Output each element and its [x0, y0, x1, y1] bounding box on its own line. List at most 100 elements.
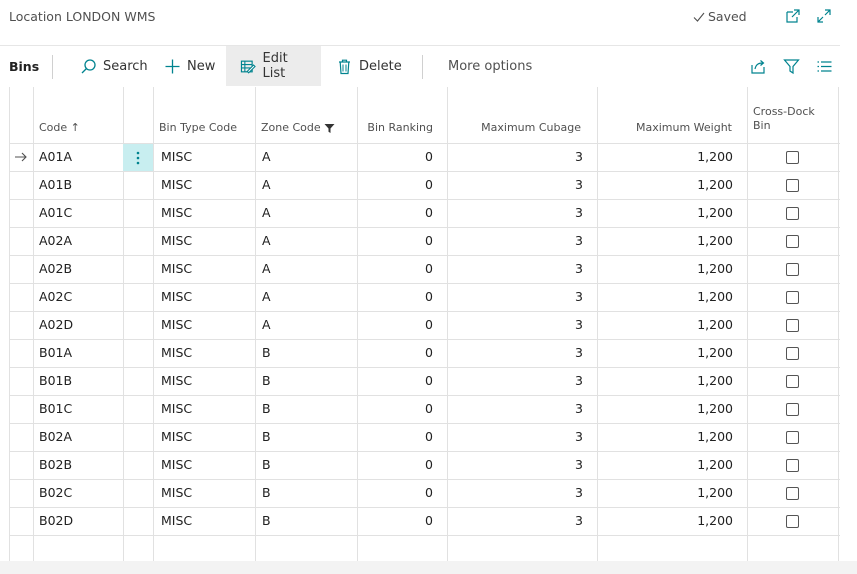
- cell-maximum-weight[interactable]: 1,200: [597, 339, 733, 367]
- cell-zone-code[interactable]: B: [262, 395, 352, 423]
- cell-code[interactable]: A02A: [39, 227, 119, 255]
- cell-bin-type-code[interactable]: MISC: [161, 255, 251, 283]
- new-button[interactable]: New: [156, 46, 223, 86]
- cell-code[interactable]: A02B: [39, 255, 119, 283]
- cell-bin-type-code[interactable]: MISC: [161, 311, 251, 339]
- cell-bin-ranking[interactable]: 0: [357, 451, 433, 479]
- cell-zone-code[interactable]: B: [262, 451, 352, 479]
- cell-maximum-cubage[interactable]: 3: [447, 423, 583, 451]
- cross-dock-checkbox[interactable]: [786, 263, 799, 276]
- cell-bin-type-code[interactable]: MISC: [161, 423, 251, 451]
- open-in-new-window-icon[interactable]: [785, 8, 801, 24]
- cell-bin-ranking[interactable]: 0: [357, 311, 433, 339]
- cell-bin-ranking[interactable]: 0: [357, 507, 433, 535]
- cell-bin-ranking[interactable]: 0: [357, 395, 433, 423]
- column-header-bin-ranking[interactable]: Bin Ranking: [357, 121, 433, 135]
- cell-bin-type-code[interactable]: MISC: [161, 507, 251, 535]
- cross-dock-checkbox[interactable]: [786, 347, 799, 360]
- cell-maximum-weight[interactable]: 1,200: [597, 227, 733, 255]
- list-view-icon[interactable]: [816, 58, 833, 75]
- cell-code[interactable]: B01C: [39, 395, 119, 423]
- cell-maximum-cubage[interactable]: 3: [447, 199, 583, 227]
- cell-code[interactable]: A02D: [39, 311, 119, 339]
- cross-dock-checkbox[interactable]: [786, 151, 799, 164]
- column-header-zone-code[interactable]: Zone Code: [261, 121, 335, 135]
- cell-maximum-weight[interactable]: 1,200: [597, 171, 733, 199]
- cell-code[interactable]: A01C: [39, 199, 119, 227]
- cross-dock-checkbox[interactable]: [786, 291, 799, 304]
- cell-bin-type-code[interactable]: MISC: [161, 339, 251, 367]
- cell-bin-ranking[interactable]: 0: [357, 143, 433, 171]
- cross-dock-checkbox[interactable]: [786, 487, 799, 500]
- cell-maximum-cubage[interactable]: 3: [447, 227, 583, 255]
- cell-bin-type-code[interactable]: MISC: [161, 171, 251, 199]
- cell-code[interactable]: B01B: [39, 367, 119, 395]
- filter-icon[interactable]: [783, 58, 800, 75]
- cell-zone-code[interactable]: A: [262, 283, 352, 311]
- cell-maximum-weight[interactable]: 1,200: [597, 507, 733, 535]
- cell-zone-code[interactable]: B: [262, 507, 352, 535]
- cell-bin-type-code[interactable]: MISC: [161, 143, 251, 171]
- cell-bin-ranking[interactable]: 0: [357, 171, 433, 199]
- cell-bin-type-code[interactable]: MISC: [161, 367, 251, 395]
- cell-maximum-weight[interactable]: 1,200: [597, 479, 733, 507]
- cell-code[interactable]: B02D: [39, 507, 119, 535]
- cell-maximum-weight[interactable]: 1,200: [597, 451, 733, 479]
- cross-dock-checkbox[interactable]: [786, 403, 799, 416]
- cell-bin-ranking[interactable]: 0: [357, 283, 433, 311]
- cell-maximum-cubage[interactable]: 3: [447, 171, 583, 199]
- cell-bin-ranking[interactable]: 0: [357, 423, 433, 451]
- cell-maximum-cubage[interactable]: 3: [447, 311, 583, 339]
- cell-bin-type-code[interactable]: MISC: [161, 451, 251, 479]
- cell-bin-type-code[interactable]: MISC: [161, 199, 251, 227]
- cell-zone-code[interactable]: A: [262, 311, 352, 339]
- cell-maximum-weight[interactable]: 1,200: [597, 311, 733, 339]
- cell-bin-ranking[interactable]: 0: [357, 367, 433, 395]
- share-icon[interactable]: [750, 58, 767, 75]
- cell-zone-code[interactable]: A: [262, 199, 352, 227]
- search-button[interactable]: Search: [72, 46, 156, 86]
- cell-maximum-weight[interactable]: 1,200: [597, 423, 733, 451]
- cell-maximum-weight[interactable]: 1,200: [597, 199, 733, 227]
- cell-bin-ranking[interactable]: 0: [357, 199, 433, 227]
- cell-bin-type-code[interactable]: MISC: [161, 227, 251, 255]
- column-header-maximum-cubage[interactable]: Maximum Cubage: [447, 121, 581, 135]
- cell-maximum-cubage[interactable]: 3: [447, 339, 583, 367]
- cross-dock-checkbox[interactable]: [786, 319, 799, 332]
- cell-zone-code[interactable]: A: [262, 143, 352, 171]
- more-options-button[interactable]: More options: [448, 59, 532, 74]
- cell-maximum-weight[interactable]: 1,200: [597, 143, 733, 171]
- cell-bin-type-code[interactable]: MISC: [161, 283, 251, 311]
- cross-dock-checkbox[interactable]: [786, 375, 799, 388]
- cell-code[interactable]: A01B: [39, 171, 119, 199]
- cell-maximum-cubage[interactable]: 3: [447, 283, 583, 311]
- cross-dock-checkbox[interactable]: [786, 459, 799, 472]
- cell-zone-code[interactable]: B: [262, 479, 352, 507]
- edit-list-button[interactable]: Edit List: [226, 46, 321, 86]
- cell-bin-type-code[interactable]: MISC: [161, 479, 251, 507]
- cell-maximum-cubage[interactable]: 3: [447, 507, 583, 535]
- cross-dock-checkbox[interactable]: [786, 235, 799, 248]
- cell-maximum-cubage[interactable]: 3: [447, 451, 583, 479]
- cell-bin-ranking[interactable]: 0: [357, 479, 433, 507]
- cell-bin-ranking[interactable]: 0: [357, 339, 433, 367]
- column-header-maximum-weight[interactable]: Maximum Weight: [597, 121, 732, 135]
- cell-maximum-cubage[interactable]: 3: [447, 395, 583, 423]
- cell-code[interactable]: B02C: [39, 479, 119, 507]
- delete-button[interactable]: Delete: [328, 46, 410, 86]
- cell-maximum-weight[interactable]: 1,200: [597, 395, 733, 423]
- cell-code[interactable]: B02B: [39, 451, 119, 479]
- cell-zone-code[interactable]: B: [262, 339, 352, 367]
- cell-maximum-cubage[interactable]: 3: [447, 367, 583, 395]
- cross-dock-checkbox[interactable]: [786, 207, 799, 220]
- cell-maximum-cubage[interactable]: 3: [447, 143, 583, 171]
- cell-maximum-weight[interactable]: 1,200: [597, 255, 733, 283]
- cell-bin-ranking[interactable]: 0: [357, 227, 433, 255]
- cell-maximum-weight[interactable]: 1,200: [597, 283, 733, 311]
- column-header-cross-dock-bin[interactable]: Cross-Dock Bin: [753, 105, 815, 133]
- cross-dock-checkbox[interactable]: [786, 431, 799, 444]
- cell-zone-code[interactable]: B: [262, 367, 352, 395]
- cell-maximum-cubage[interactable]: 3: [447, 479, 583, 507]
- cell-zone-code[interactable]: A: [262, 227, 352, 255]
- cell-maximum-cubage[interactable]: 3: [447, 255, 583, 283]
